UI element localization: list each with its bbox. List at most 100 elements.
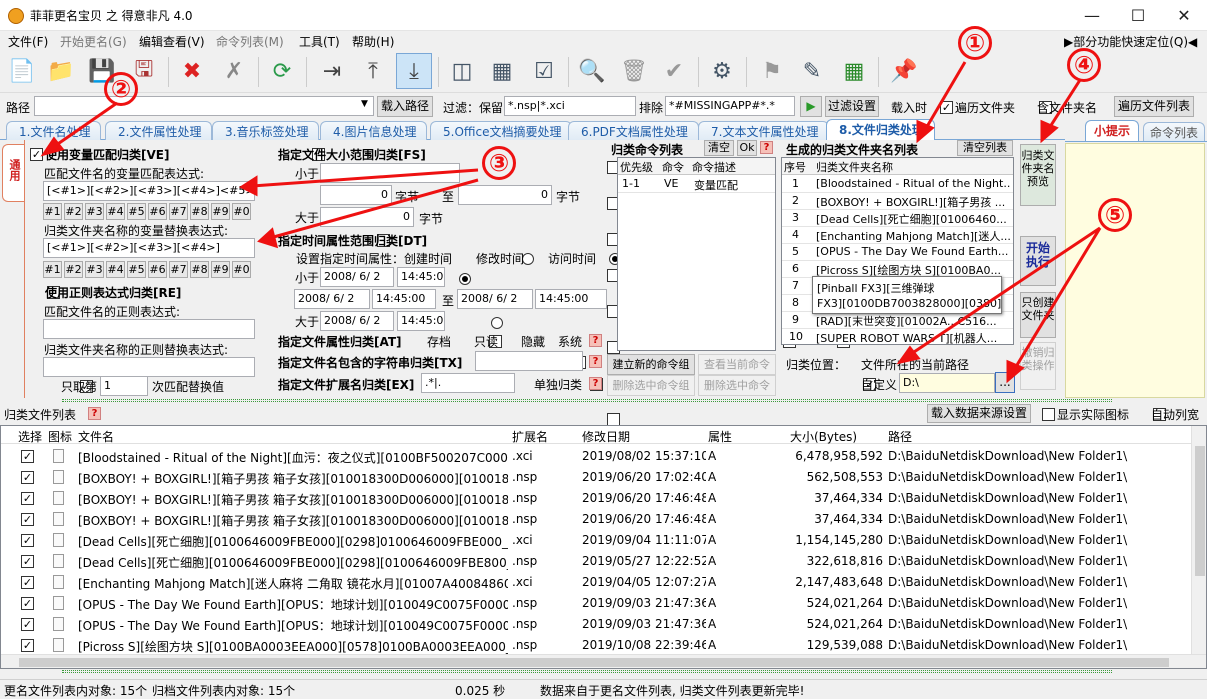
dt-to-date[interactable]: 2008/ 6/ 2: [457, 289, 533, 309]
re-replace-input[interactable]: [43, 357, 255, 377]
table-row[interactable]: 10 [SUPER ROBOT WARS T][机器人...: [782, 329, 1013, 344]
menu-file[interactable]: 文件(F): [8, 33, 48, 50]
move-top-icon[interactable]: ⤒: [355, 53, 391, 89]
select-checkbox[interactable]: ✓: [21, 597, 34, 610]
chevron-down-icon[interactable]: ▼: [361, 99, 368, 109]
dt-less-date[interactable]: 2008/ 6/ 2: [320, 267, 394, 287]
col-ext[interactable]: 扩展名: [512, 428, 548, 445]
menu-edit-view[interactable]: 编辑查看(V): [139, 33, 205, 50]
splitter[interactable]: [62, 399, 1112, 402]
var-button[interactable]: #2: [64, 261, 83, 278]
filter-keep-input[interactable]: *.nsp|*.xci: [504, 96, 636, 116]
fs-to-input[interactable]: 0: [458, 185, 552, 205]
table-row[interactable]: 4 [Enchanting Mahjong Match][迷人...: [782, 227, 1013, 244]
delete-group-button[interactable]: 删除选中命令组: [607, 375, 695, 396]
var-button[interactable]: #3: [85, 203, 104, 220]
maximize-button[interactable]: ☐: [1115, 0, 1161, 31]
cmdlist-grid[interactable]: 优先级 命令 命令描述 1-1 VE 变量匹配: [617, 157, 776, 351]
menu-command-list[interactable]: 命令列表(M): [216, 33, 284, 50]
select-checkbox[interactable]: ✓: [21, 639, 34, 652]
select-checkbox[interactable]: ✓: [21, 555, 34, 568]
help-icon[interactable]: ?: [589, 377, 602, 390]
tab-pdf[interactable]: 6.PDF文档属性处理: [568, 121, 699, 140]
var-button[interactable]: #7: [169, 203, 188, 220]
table-row[interactable]: 1-1 VE 变量匹配: [618, 176, 775, 193]
select-checkbox[interactable]: ✓: [21, 618, 34, 631]
tab-hint[interactable]: 小提示: [1085, 120, 1140, 142]
tab-music-tag[interactable]: 3.音乐标签处理: [212, 121, 320, 140]
tab-image-info[interactable]: 4.图片信息处理: [320, 121, 428, 140]
var-button[interactable]: #8: [190, 261, 209, 278]
move-right-icon[interactable]: ⇥: [314, 53, 350, 89]
ve-checkbox[interactable]: ✓: [30, 148, 43, 161]
file-list[interactable]: 选择 图标 文件名 扩展名 修改日期 属性 大小(Bytes) 路径 ✓ [Blo…: [0, 425, 1207, 669]
dt-greater-radio[interactable]: [490, 316, 503, 329]
var-button[interactable]: #1: [43, 203, 62, 220]
menu-help[interactable]: 帮助(H): [352, 33, 394, 50]
delete-icon[interactable]: ✖: [174, 53, 210, 89]
tab-text[interactable]: 7.文本文件属性处理: [698, 121, 830, 140]
col-desc[interactable]: 命令描述: [692, 159, 736, 175]
tx-input[interactable]: [475, 351, 583, 371]
scroll-thumb[interactable]: [1195, 446, 1205, 576]
var-button[interactable]: #6: [148, 261, 167, 278]
var-button[interactable]: #6: [148, 203, 167, 220]
select-checkbox[interactable]: ✓: [21, 513, 34, 526]
confirm-icon[interactable]: ✔: [656, 53, 692, 89]
var-button[interactable]: #3: [85, 261, 104, 278]
help-icon[interactable]: ?: [88, 407, 101, 420]
var-button[interactable]: #4: [106, 261, 125, 278]
ve-replace-input[interactable]: [<#1>][<#2>][<#3>][<#4>]: [43, 238, 255, 258]
var-button[interactable]: #5: [127, 203, 146, 220]
add-folder-icon[interactable]: 📁: [43, 53, 79, 89]
select-checkbox[interactable]: ✓: [21, 492, 34, 505]
checklist-icon[interactable]: ☑: [526, 53, 562, 89]
col-date[interactable]: 修改日期: [582, 428, 630, 445]
col-size[interactable]: 大小(Bytes): [790, 428, 857, 445]
table-row[interactable]: ✓ [Dead Cells][死亡细胞][0100646009FBE000][02…: [1, 551, 1191, 572]
table-row[interactable]: 9 [RAD][末世突变][01002A...C516...: [782, 312, 1013, 329]
new-cmd-group-button[interactable]: 建立新的命令组: [607, 354, 695, 375]
col-command[interactable]: 命令: [662, 159, 684, 175]
col-folder-name[interactable]: 归类文件夹名称: [816, 159, 893, 175]
menu-tools[interactable]: 工具(T): [299, 33, 340, 50]
help-icon[interactable]: ?: [589, 355, 602, 368]
col-priority[interactable]: 优先级: [620, 159, 653, 175]
filter-settings-button[interactable]: 过滤设置: [825, 96, 879, 117]
dt-less-time[interactable]: 14:45:00: [397, 267, 445, 287]
table-row[interactable]: 5 [OPUS - The Day We Found Earth...: [782, 244, 1013, 261]
col-select[interactable]: 选择: [18, 428, 42, 445]
edit-list-icon[interactable]: ✎: [794, 53, 830, 89]
tab-file-attr[interactable]: 2.文件属性处理: [105, 121, 213, 140]
table-row[interactable]: ✓ [Picross S][绘图方块 S][0100BA0003EEA000][0…: [1, 635, 1191, 656]
minimize-button[interactable]: —: [1069, 0, 1115, 31]
browse-button[interactable]: ...: [995, 372, 1015, 393]
col-filename[interactable]: 文件名: [78, 428, 114, 445]
ve-match-input[interactable]: [<#1>][<#2>][<#3>][<#4>]<#5>: [43, 181, 255, 201]
cmdlist-clear-button[interactable]: 清空: [704, 140, 734, 156]
table-row[interactable]: ✓ [BOXBOY! + BOXGIRL!][箱子男孩 箱子女孩][0100183…: [1, 509, 1191, 530]
refresh-icon[interactable]: ⟳: [264, 53, 300, 89]
clear-icon[interactable]: ✗: [216, 53, 252, 89]
side-tab-general[interactable]: 通用: [2, 144, 24, 202]
table-row[interactable]: ✓ [OPUS - The Day We Found Earth][OPUS：地球…: [1, 593, 1191, 614]
horizontal-scrollbar[interactable]: [1, 654, 1206, 668]
scroll-thumb[interactable]: [19, 658, 1169, 667]
show-icon-checkbox[interactable]: [1042, 408, 1055, 421]
var-button[interactable]: #0: [232, 261, 251, 278]
start-execute-button[interactable]: 开始执行: [1020, 236, 1056, 286]
col-attr[interactable]: 属性: [708, 428, 732, 445]
fs-greater-input[interactable]: 0: [320, 207, 414, 227]
col-path[interactable]: 路径: [888, 428, 912, 445]
table-row[interactable]: 3 [Dead Cells][死亡细胞][01006460...: [782, 210, 1013, 227]
table-row[interactable]: ✓ [Dead Cells][死亡细胞][0100646009FBE000][02…: [1, 530, 1191, 551]
close-button[interactable]: ✕: [1161, 0, 1207, 31]
ex-input[interactable]: .*|.: [421, 373, 515, 393]
load-source-button[interactable]: 载入数据来源设置: [927, 404, 1031, 423]
grid-icon[interactable]: ▦: [484, 53, 520, 89]
var-button[interactable]: #4: [106, 203, 125, 220]
dt-from-date[interactable]: 2008/ 6/ 2: [294, 289, 370, 309]
col-index[interactable]: 序号: [784, 159, 806, 175]
traverse-checkbox[interactable]: ✓: [940, 101, 953, 114]
clear-list-button[interactable]: 清空列表: [957, 140, 1013, 156]
